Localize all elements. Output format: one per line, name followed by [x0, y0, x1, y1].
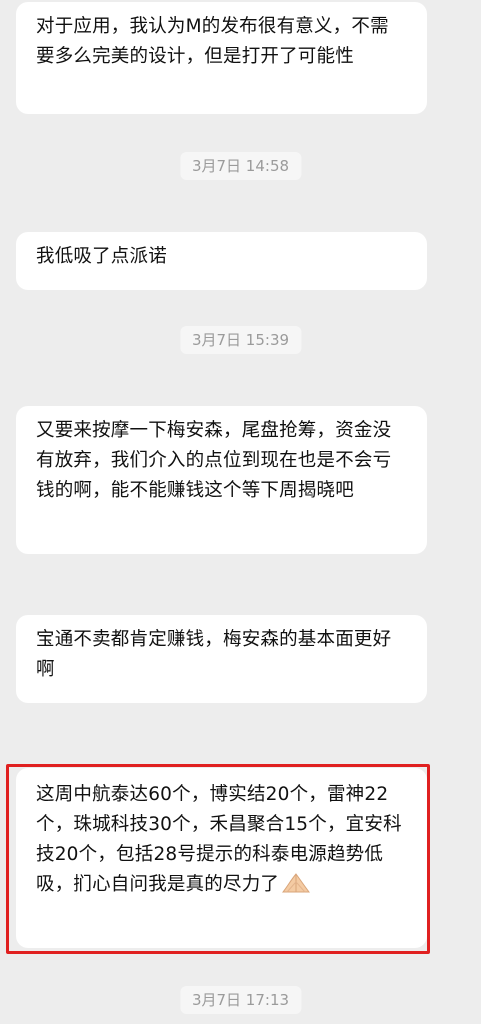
message-bubble[interactable]: 我低吸了点派诺 — [16, 232, 427, 290]
message-text: 宝通不卖都肯定赚钱，梅安森的基本面更好啊 — [36, 629, 392, 680]
timestamp: 3月7日 14:58 — [179, 152, 302, 180]
message-text: 对于应用，我认为M的发布很有意义，不需要多么完美的设计，但是打开了可能性 — [36, 16, 389, 67]
message-text: 又要来按摩一下梅安森，尾盘抢筹，资金没有放弃，我们介入的点位到现在也是不会亏钱的… — [36, 420, 392, 501]
message-bubble[interactable]: 对于应用，我认为M的发布很有意义，不需要多么完美的设计，但是打开了可能性 — [16, 2, 427, 114]
timestamp: 3月7日 15:39 — [179, 326, 302, 354]
message-text: 我低吸了点派诺 — [36, 246, 167, 267]
message-bubble[interactable]: 这周中航泰达60个，博实结20个，雷神22个，珠城科技30个，禾昌聚合15个，宜… — [16, 768, 427, 948]
message-bubble[interactable]: 又要来按摩一下梅安森，尾盘抢筹，资金没有放弃，我们介入的点位到现在也是不会亏钱的… — [16, 406, 427, 554]
praying-hands-icon — [281, 872, 311, 894]
chat-message-list[interactable]: 对于应用，我认为M的发布很有意义，不需要多么完美的设计，但是打开了可能性 3月7… — [0, 0, 481, 1024]
message-text: 这周中航泰达60个，博实结20个，雷神22个，珠城科技30个，禾昌聚合15个，宜… — [36, 784, 402, 895]
message-bubble[interactable]: 宝通不卖都肯定赚钱，梅安森的基本面更好啊 — [16, 615, 427, 703]
timestamp: 3月7日 17:13 — [179, 986, 302, 1014]
